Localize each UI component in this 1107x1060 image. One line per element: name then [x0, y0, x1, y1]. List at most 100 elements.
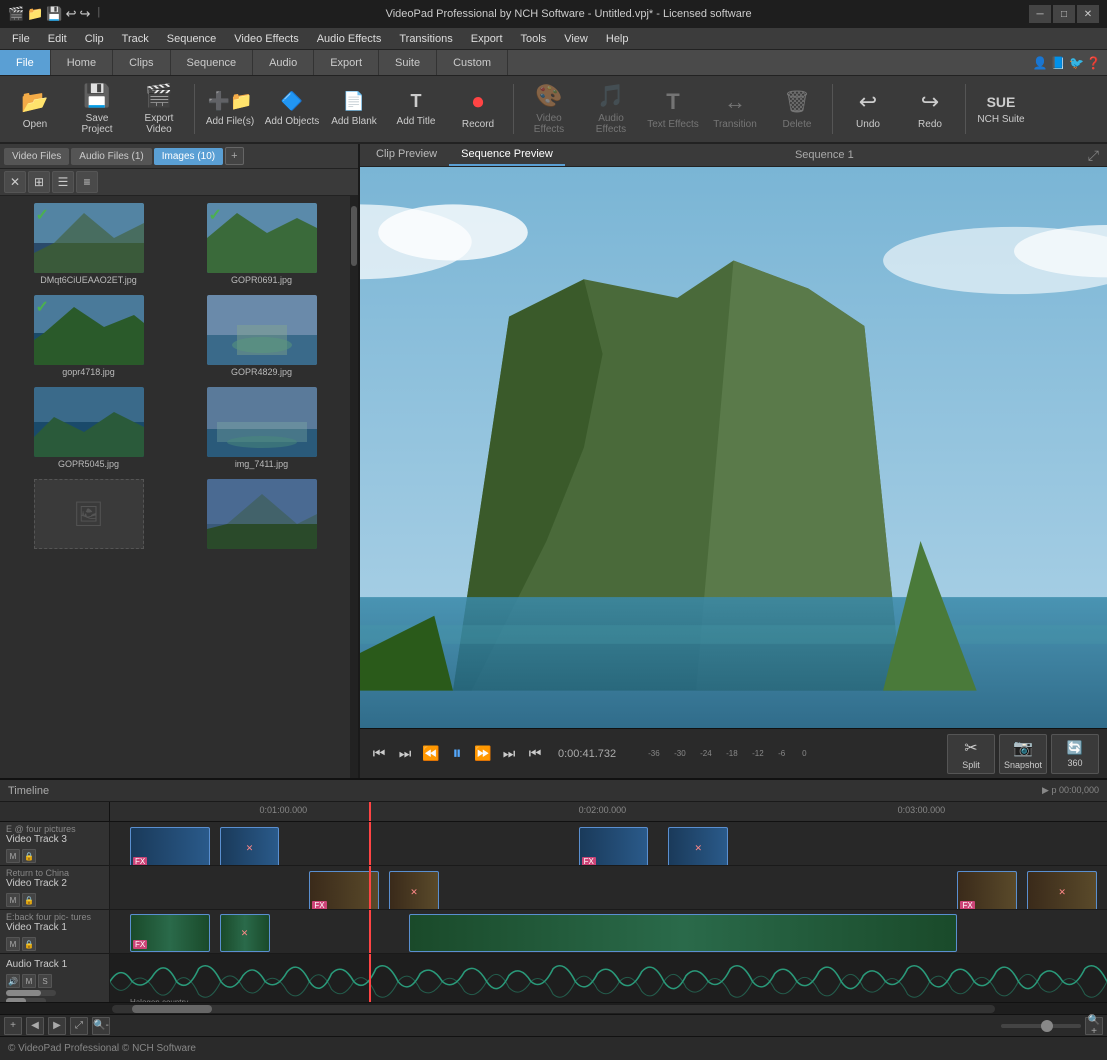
next-frame-button[interactable]: ⏭ — [498, 743, 520, 765]
file-icon[interactable]: 📁 — [27, 6, 43, 22]
add-title-button[interactable]: T Add Title — [387, 80, 445, 138]
audio-pan-slider[interactable] — [6, 998, 46, 1002]
timeline-scroll-track[interactable] — [112, 1005, 995, 1013]
record-button[interactable]: ⏺ Record — [449, 80, 507, 138]
nch-suite-button[interactable]: SUE NCH Suite — [972, 80, 1030, 138]
image-item-4[interactable]: GOPR4829.jpg — [177, 292, 346, 380]
tab-sequence-preview[interactable]: Sequence Preview — [449, 144, 565, 166]
help-icon[interactable]: ❓ — [1086, 56, 1101, 70]
tab-home[interactable]: Home — [51, 50, 113, 75]
track-mute-btn[interactable]: M — [6, 849, 20, 863]
track-lock-btn[interactable]: 🔒 — [22, 849, 36, 863]
clip-v2-3[interactable]: FX — [957, 871, 1017, 909]
pause-button[interactable]: ⏸ — [446, 743, 468, 765]
expand-icon[interactable]: ⤢ — [1084, 147, 1103, 164]
image-item-8[interactable] — [177, 476, 346, 554]
clip-v3-1[interactable]: FX — [130, 827, 210, 865]
add-files-button[interactable]: ➕📁 Add File(s) — [201, 80, 259, 138]
tl-zoom-out-btn[interactable]: 🔍- — [92, 1017, 110, 1035]
tab-export[interactable]: Export — [314, 50, 379, 75]
tab-video-files[interactable]: Video Files — [4, 148, 69, 165]
audio-vol-slider[interactable] — [6, 990, 56, 996]
tab-suite[interactable]: Suite — [379, 50, 437, 75]
undo-icon[interactable]: ↩ — [66, 6, 77, 22]
file-tool-delete[interactable]: ✕ — [4, 171, 26, 193]
file-tool-detail[interactable]: ≡ — [76, 171, 98, 193]
undo-button[interactable]: ↩ Undo — [839, 80, 897, 138]
prev-frame-button[interactable]: ⏭ — [394, 743, 416, 765]
delete-button[interactable]: 🗑 Delete — [768, 80, 826, 138]
track-mute-btn-2[interactable]: M — [6, 893, 20, 907]
menu-track[interactable]: Track — [114, 31, 157, 47]
export-video-button[interactable]: 🎬 Export Video — [130, 80, 188, 138]
audio-mute-btn[interactable]: M — [22, 974, 36, 988]
split-button[interactable]: ✂ Split — [947, 734, 995, 774]
clip-v1-long[interactable] — [409, 914, 957, 952]
clip-v3-2[interactable]: ✕ — [220, 827, 280, 865]
add-tab-button[interactable]: + — [225, 147, 243, 165]
image-item-5[interactable]: GOPR5045.jpg — [4, 384, 173, 472]
clip-v2-2[interactable]: ✕ — [389, 871, 439, 909]
left-panel-scrollbar[interactable] — [350, 196, 358, 778]
open-button[interactable]: 📂 Open — [6, 80, 64, 138]
menu-tools[interactable]: Tools — [513, 31, 555, 47]
close-button[interactable]: ✕ — [1077, 5, 1099, 23]
snapshot-button[interactable]: 📷 Snapshot — [999, 734, 1047, 774]
zoom-thumb[interactable] — [1041, 1020, 1053, 1032]
audio-speaker-btn[interactable]: 🔊 — [6, 974, 20, 988]
tl-fit-btn[interactable]: ⤢ — [70, 1017, 88, 1035]
tab-file[interactable]: File — [0, 50, 51, 75]
track-lock-btn-1[interactable]: 🔒 — [22, 937, 36, 951]
play-button[interactable]: ⏩ — [472, 743, 494, 765]
save-icon[interactable]: 💾 — [46, 6, 62, 22]
tab-images[interactable]: Images (10) — [154, 148, 223, 165]
menu-help[interactable]: Help — [598, 31, 637, 47]
menu-transitions[interactable]: Transitions — [391, 31, 460, 47]
clip-v3-3[interactable]: FX — [579, 827, 649, 865]
image-item-2[interactable]: ✓ GOPR0691.jpg — [177, 200, 346, 288]
timeline-scroll-thumb[interactable] — [132, 1005, 212, 1013]
tab-sequence[interactable]: Sequence — [171, 50, 254, 75]
track-mute-btn-1[interactable]: M — [6, 937, 20, 951]
redo-button[interactable]: ↪ Redo — [901, 80, 959, 138]
image-item-6[interactable]: img_7411.jpg — [177, 384, 346, 472]
video-effects-button[interactable]: 🎨 Video Effects — [520, 80, 578, 138]
tl-add-track-btn[interactable]: + — [4, 1017, 22, 1035]
tl-nav-left-btn[interactable]: ◀ — [26, 1017, 44, 1035]
menu-edit[interactable]: Edit — [40, 31, 75, 47]
menu-clip[interactable]: Clip — [77, 31, 112, 47]
file-tool-list[interactable]: ☰ — [52, 171, 74, 193]
tab-clips[interactable]: Clips — [113, 50, 170, 75]
save-project-button[interactable]: 💾 Save Project — [68, 80, 126, 138]
image-item-1[interactable]: ✓ DMqt6CiUEAAO2ET.jpg — [4, 200, 173, 288]
menu-export[interactable]: Export — [463, 31, 511, 47]
tab-custom[interactable]: Custom — [437, 50, 508, 75]
redo-icon[interactable]: ↪ — [79, 6, 90, 22]
track-lock-btn-2[interactable]: 🔒 — [22, 893, 36, 907]
tab-audio[interactable]: Audio — [253, 50, 314, 75]
audio-effects-button[interactable]: 🎵 Audio Effects — [582, 80, 640, 138]
minimize-button[interactable]: ─ — [1029, 5, 1051, 23]
clip-v2-4[interactable]: ✕ — [1027, 871, 1097, 909]
image-item-7[interactable]: 🖼 — [4, 476, 173, 554]
transition-button[interactable]: ↔ Transition — [706, 80, 764, 138]
image-item-3[interactable]: ✓ gopr4718.jpg — [4, 292, 173, 380]
tl-zoom-in-btn[interactable]: 🔍+ — [1085, 1017, 1103, 1035]
menu-sequence[interactable]: Sequence — [159, 31, 225, 47]
text-effects-button[interactable]: T Text Effects — [644, 80, 702, 138]
file-tool-grid[interactable]: ⊞ — [28, 171, 50, 193]
menu-audio-effects[interactable]: Audio Effects — [309, 31, 390, 47]
menu-video-effects[interactable]: Video Effects — [226, 31, 306, 47]
audio-solo-btn[interactable]: S — [38, 974, 52, 988]
go-start-button[interactable]: ⏮ — [368, 743, 390, 765]
360-button[interactable]: 🔄 360 — [1051, 734, 1099, 774]
add-objects-button[interactable]: 🔷 Add Objects — [263, 80, 321, 138]
menu-view[interactable]: View — [556, 31, 596, 47]
maximize-button[interactable]: □ — [1053, 5, 1075, 23]
clip-v1-2[interactable]: ✕ — [220, 914, 270, 952]
tab-audio-files[interactable]: Audio Files (1) — [71, 148, 151, 165]
rewind-button[interactable]: ⏪ — [420, 743, 442, 765]
clip-v3-4[interactable]: ✕ — [668, 827, 728, 865]
go-end-button[interactable]: ⏮ — [524, 743, 546, 765]
clip-v1-1[interactable]: FX — [130, 914, 210, 952]
